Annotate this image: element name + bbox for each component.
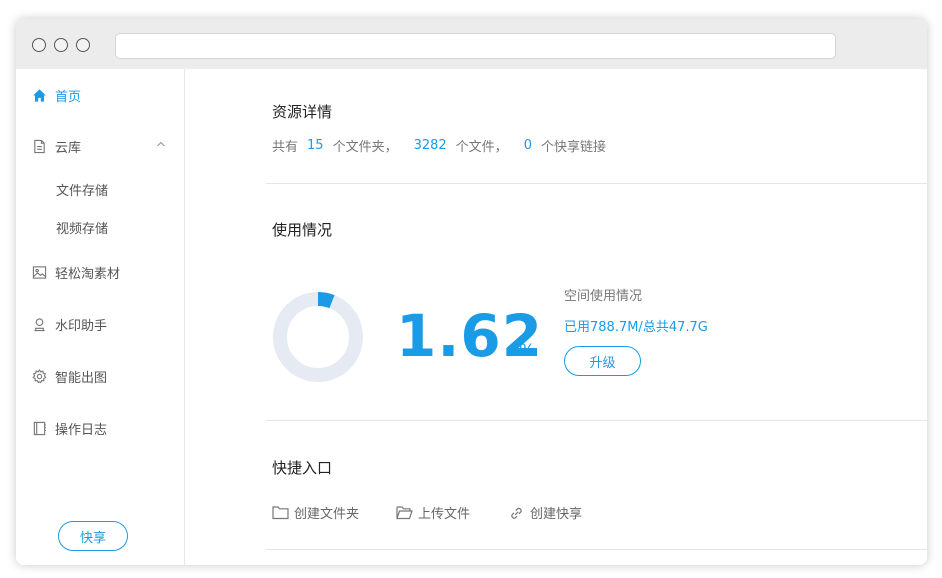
usage-detail: 已用788.7M/总共47.7G	[564, 320, 708, 335]
main-content: 资源详情 共有 15 个文件夹， 3282 个文件， 0 个快享链接 使用情况 …	[186, 69, 927, 565]
sidebar-item-label: 轻松淘素材	[55, 266, 121, 282]
window-minimize-dot[interactable]	[54, 38, 68, 52]
sidebar-subitem-file-storage[interactable]: 文件存储	[56, 180, 108, 199]
upgrade-button[interactable]: 升级	[564, 346, 641, 376]
sidebar-item-logs[interactable]: 操作日志	[32, 418, 107, 438]
usage-label: 空间使用情况	[564, 289, 643, 304]
address-bar[interactable]	[115, 33, 836, 59]
quick-share-button[interactable]: 快享	[58, 521, 128, 551]
quick-access-title: 快捷入口	[272, 459, 333, 477]
folder-icon	[272, 505, 289, 519]
create-share-action[interactable]: 创建快享	[508, 502, 582, 522]
percent-sign: %	[519, 341, 536, 361]
folder-unit: 个文件夹，	[332, 140, 398, 155]
sidebar-item-materials[interactable]: 轻松淘素材	[32, 262, 120, 282]
summary-prefix: 共有	[272, 140, 299, 155]
sidebar-item-home[interactable]: 首页	[32, 85, 81, 105]
divider	[266, 549, 927, 550]
file-count: 3282	[413, 138, 447, 153]
sidebar-item-label: 水印助手	[55, 318, 108, 334]
action-label: 上传文件	[418, 506, 471, 522]
open-folder-icon	[396, 505, 413, 519]
donut-track	[273, 292, 363, 382]
action-label: 创建快享	[530, 506, 583, 522]
share-link-unit: 个快享链接	[540, 140, 606, 155]
sidebar-item-label: 云库	[55, 140, 82, 156]
image-icon	[32, 265, 47, 279]
divider	[266, 183, 927, 184]
folder-count: 15	[307, 138, 324, 153]
sidebar-item-label: 首页	[55, 89, 82, 105]
divider	[266, 420, 927, 421]
resources-title: 资源详情	[272, 103, 333, 121]
action-label: 创建文件夹	[294, 506, 360, 522]
file-unit: 个文件，	[455, 140, 508, 155]
upload-file-action[interactable]: 上传文件	[396, 502, 470, 522]
sidebar-item-smart-image[interactable]: 智能出图	[32, 366, 107, 386]
link-icon	[511, 507, 522, 519]
share-link-count: 0	[523, 138, 532, 153]
sidebar: 首页 云库 文件存储 视频存储 轻松淘素材 水印助手 智能出图 操作日志 快享	[16, 69, 185, 565]
window-maximize-dot[interactable]	[76, 38, 90, 52]
sidebar-item-label: 操作日志	[55, 422, 108, 438]
browser-window: 首页 云库 文件存储 视频存储 轻松淘素材 水印助手 智能出图 操作日志 快享 …	[16, 19, 927, 565]
sidebar-item-watermark[interactable]: 水印助手	[32, 314, 107, 334]
document-icon	[34, 139, 45, 153]
chevron-up-icon[interactable]	[156, 139, 166, 149]
donut-used-arc	[317, 292, 335, 309]
user-icon	[34, 317, 45, 331]
sidebar-item-cloud-library[interactable]: 云库	[32, 136, 81, 156]
title-bar	[16, 19, 927, 69]
book-icon	[33, 421, 46, 435]
usage-title: 使用情况	[272, 221, 333, 239]
create-folder-action[interactable]: 创建文件夹	[272, 502, 359, 522]
gear-icon	[32, 368, 47, 383]
sidebar-item-label: 智能出图	[55, 370, 108, 386]
resources-summary: 共有 15 个文件夹， 3282 个文件， 0 个快享链接	[272, 136, 606, 155]
window-close-dot[interactable]	[32, 38, 46, 52]
sidebar-subitem-video-storage[interactable]: 视频存储	[56, 218, 108, 237]
usage-donut-chart	[273, 292, 363, 382]
home-icon	[33, 88, 46, 102]
